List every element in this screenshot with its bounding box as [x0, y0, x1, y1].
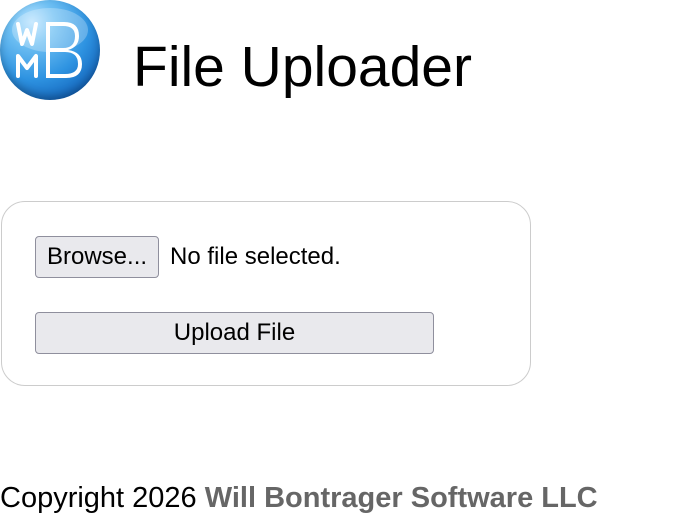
upload-form: Browse... No file selected. Upload File: [1, 201, 531, 386]
page-title: File Uploader: [133, 35, 472, 99]
browse-button[interactable]: Browse...: [35, 236, 160, 278]
upload-file-button[interactable]: Upload File: [35, 312, 434, 354]
wmb-logo-icon: [0, 0, 100, 100]
company-link[interactable]: Will Bontrager Software LLC: [205, 482, 598, 514]
copyright-text: Copyright 2026: [0, 482, 197, 514]
file-input[interactable]: Browse... No file selected.: [35, 236, 341, 278]
file-status-text: No file selected.: [170, 243, 341, 270]
page-header: File Uploader: [0, 0, 684, 104]
footer: Copyright 2026 Will Bontrager Software L…: [0, 480, 598, 516]
